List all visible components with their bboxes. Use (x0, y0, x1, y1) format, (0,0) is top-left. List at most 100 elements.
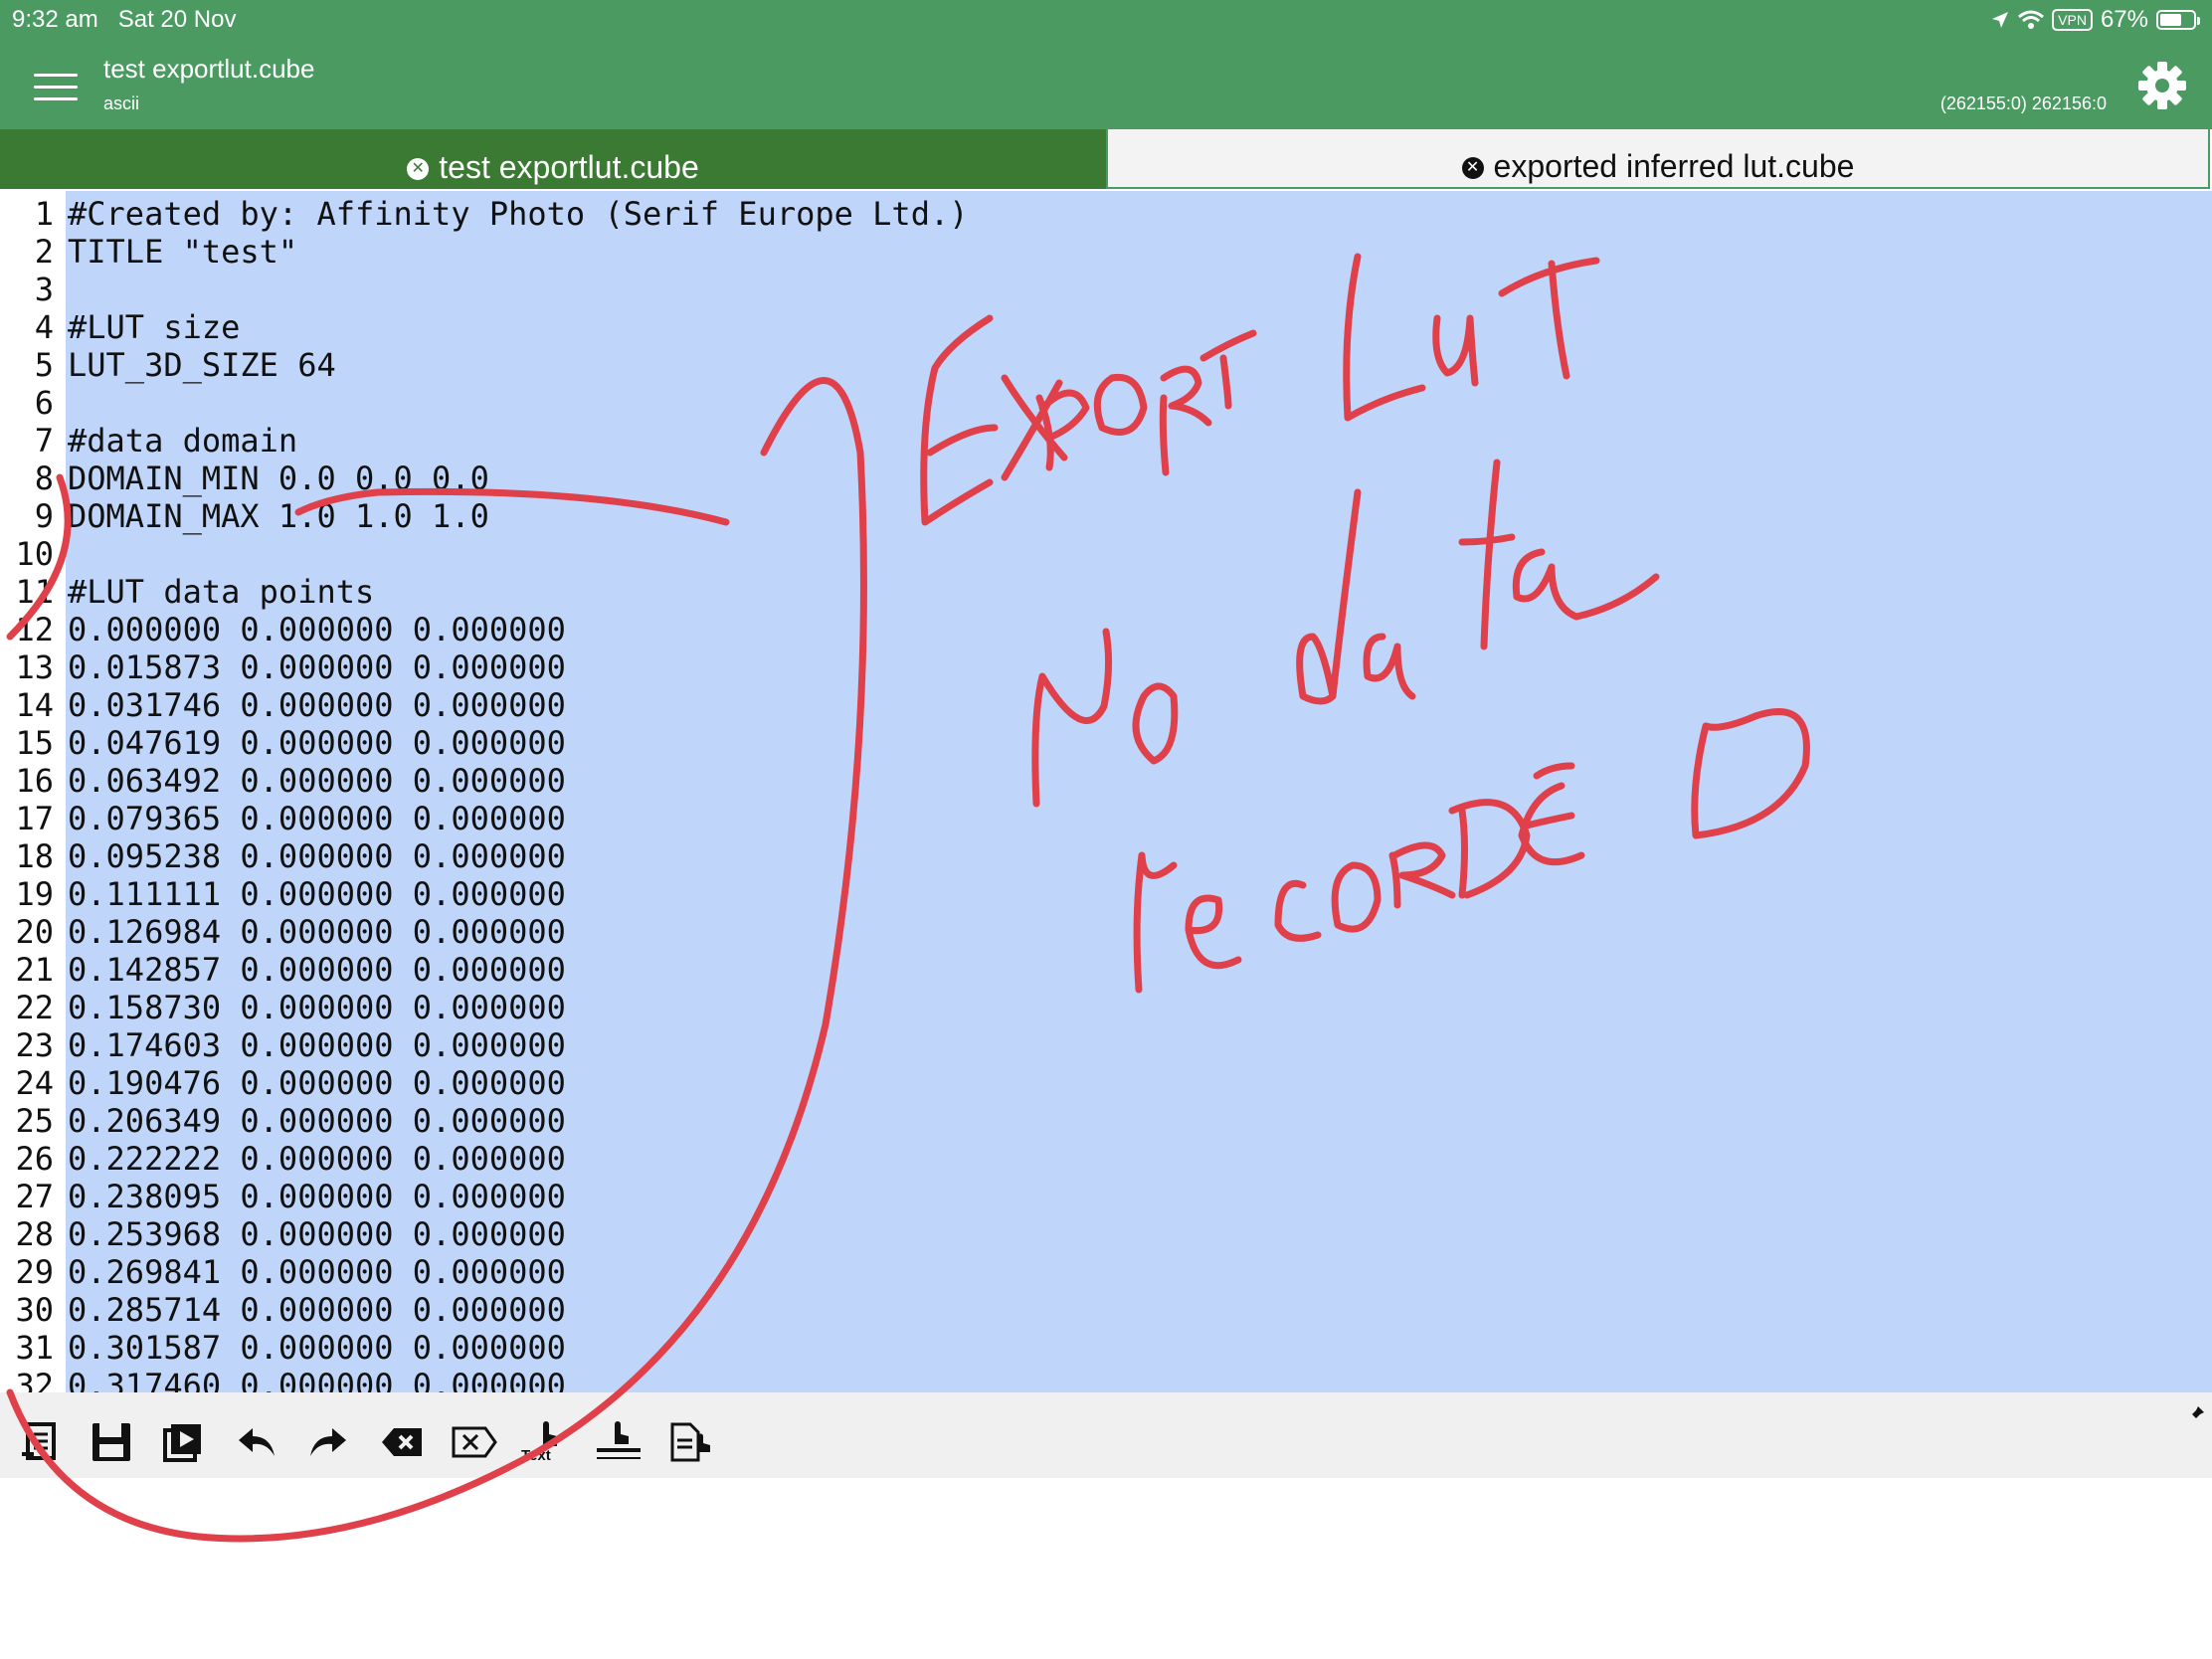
code-line[interactable]: 8 DOMAIN_MIN 0.0 0.0 0.0 (0, 460, 2212, 497)
close-tab-icon[interactable]: ✕ (1461, 157, 1484, 179)
line-text: #data domain (68, 422, 298, 460)
code-line[interactable]: 11 #LUT data points (0, 573, 2212, 611)
tab-exported-inferred-lut[interactable]: ✕ exported inferred lut.cube (1106, 129, 2210, 189)
code-line[interactable]: 5 LUT_3D_SIZE 64 (0, 346, 2212, 384)
code-line[interactable]: 7 #data domain (0, 422, 2212, 460)
battery-icon (2156, 10, 2200, 30)
line-number: 6 (34, 384, 54, 422)
close-tab-icon[interactable]: ✕ (407, 158, 430, 180)
vpn-icon: VPN (2052, 9, 2093, 31)
pin-icon[interactable] (2186, 1404, 2206, 1424)
document-select-icon[interactable] (666, 1418, 714, 1466)
line-number: 12 (15, 611, 54, 648)
code-line[interactable]: 15 0.047619 0.000000 0.000000 (0, 724, 2212, 762)
file-encoding: ascii (103, 93, 140, 113)
line-number: 2 (34, 233, 54, 271)
line-number: 22 (15, 989, 54, 1026)
run-icon[interactable] (159, 1418, 207, 1466)
status-icons: VPN 67% (1990, 6, 2200, 34)
code-line[interactable]: 2 TITLE "test" (0, 233, 2212, 271)
code-line[interactable]: 17 0.079365 0.000000 0.000000 (0, 800, 2212, 837)
line-number: 30 (15, 1291, 54, 1329)
line-number: 11 (15, 573, 54, 611)
location-icon (1992, 12, 2009, 28)
line-text: 0.031746 0.000000 0.000000 (68, 686, 566, 724)
line-number: 25 (15, 1102, 54, 1140)
line-select-icon[interactable] (595, 1418, 643, 1466)
backspace-icon[interactable] (378, 1418, 426, 1466)
line-text: 0.190476 0.000000 0.000000 (68, 1064, 566, 1102)
code-line[interactable]: 14 0.031746 0.000000 0.000000 (0, 686, 2212, 724)
code-line[interactable]: 30 0.285714 0.000000 0.000000 (0, 1291, 2212, 1329)
code-line[interactable]: 22 0.158730 0.000000 0.000000 (0, 989, 2212, 1026)
code-line[interactable]: 26 0.222222 0.000000 0.000000 (0, 1140, 2212, 1178)
line-number: 29 (15, 1253, 54, 1291)
line-text: 0.126984 0.000000 0.000000 (68, 913, 566, 951)
line-text: 0.000000 0.000000 0.000000 (68, 611, 566, 648)
text-select-icon[interactable]: Text (521, 1418, 569, 1466)
code-line[interactable]: 9 DOMAIN_MAX 1.0 1.0 1.0 (0, 497, 2212, 535)
line-text: 0.238095 0.000000 0.000000 (68, 1178, 566, 1215)
code-line[interactable]: 13 0.015873 0.000000 0.000000 (0, 648, 2212, 686)
code-line[interactable]: 31 0.301587 0.000000 0.000000 (0, 1329, 2212, 1367)
delete-icon[interactable] (450, 1418, 497, 1466)
code-line[interactable]: 3 (0, 271, 2212, 308)
code-line[interactable]: 12 0.000000 0.000000 0.000000 (0, 611, 2212, 648)
line-text: 0.079365 0.000000 0.000000 (68, 800, 566, 837)
code-line[interactable]: 27 0.238095 0.000000 0.000000 (0, 1178, 2212, 1215)
save-icon[interactable] (88, 1418, 135, 1466)
line-number: 5 (34, 346, 54, 384)
line-text: 0.095238 0.000000 0.000000 (68, 837, 566, 875)
status-time-date: 9:32 am Sat 20 Nov (12, 6, 237, 33)
code-line[interactable]: 18 0.095238 0.000000 0.000000 (0, 837, 2212, 875)
line-text: 0.015873 0.000000 0.000000 (68, 648, 566, 686)
code-line[interactable]: 21 0.142857 0.000000 0.000000 (0, 951, 2212, 989)
undo-icon[interactable] (233, 1418, 280, 1466)
line-text: 0.111111 0.000000 0.000000 (68, 875, 566, 913)
code-line[interactable]: 10 (0, 535, 2212, 573)
battery-percent: 67% (2100, 6, 2148, 33)
code-line[interactable]: 28 0.253968 0.000000 0.000000 (0, 1215, 2212, 1253)
code-line[interactable]: 25 0.206349 0.000000 0.000000 (0, 1102, 2212, 1140)
tab-test-exportlut[interactable]: ✕ test exportlut.cube (0, 129, 1106, 189)
code-line[interactable]: 1 #Created by: Affinity Photo (Serif Euro… (0, 195, 2212, 233)
code-line[interactable]: 20 0.126984 0.000000 0.000000 (0, 913, 2212, 951)
app-bar: test exportlut.cube ascii (262155:0) 262… (0, 40, 2212, 129)
line-text: LUT_3D_SIZE 64 (68, 346, 336, 384)
line-number: 7 (34, 422, 54, 460)
line-text: 0.063492 0.000000 0.000000 (68, 762, 566, 800)
new-file-icon[interactable] (16, 1418, 64, 1466)
line-text: 0.317460 0.000000 0.000000 (68, 1367, 566, 1392)
line-number: 23 (15, 1026, 54, 1064)
line-text: #LUT size (68, 308, 241, 346)
line-text: #LUT data points (68, 573, 375, 611)
line-text: 0.222222 0.000000 0.000000 (68, 1140, 566, 1178)
gear-icon[interactable] (2134, 58, 2190, 113)
text-editor[interactable]: 1 #Created by: Affinity Photo (Serif Euro… (0, 191, 2212, 1392)
tab-label: exported inferred lut.cube (1493, 148, 1855, 184)
line-number: 9 (34, 497, 54, 535)
line-text: 0.158730 0.000000 0.000000 (68, 989, 566, 1026)
line-number: 31 (15, 1329, 54, 1367)
redo-icon[interactable] (304, 1418, 352, 1466)
line-number: 21 (15, 951, 54, 989)
line-number: 15 (15, 724, 54, 762)
line-text: 0.269841 0.000000 0.000000 (68, 1253, 566, 1291)
tab-bar: ✕ test exportlut.cube ✕ exported inferre… (0, 129, 2212, 191)
code-line[interactable]: 19 0.111111 0.000000 0.000000 (0, 875, 2212, 913)
line-number: 27 (15, 1178, 54, 1215)
code-line[interactable]: 29 0.269841 0.000000 0.000000 (0, 1253, 2212, 1291)
line-text: DOMAIN_MIN 0.0 0.0 0.0 (68, 460, 489, 497)
code-line[interactable]: 4 #LUT size (0, 308, 2212, 346)
code-line[interactable]: 6 (0, 384, 2212, 422)
code-line[interactable]: 24 0.190476 0.000000 0.000000 (0, 1064, 2212, 1102)
code-line[interactable]: 32 0.317460 0.000000 0.000000 (0, 1367, 2212, 1392)
cursor-position: (262155:0) 262156:0 (1939, 93, 2107, 113)
line-number: 8 (34, 460, 54, 497)
code-line[interactable]: 16 0.063492 0.000000 0.000000 (0, 762, 2212, 800)
line-text: 0.206349 0.000000 0.000000 (68, 1102, 566, 1140)
code-line[interactable]: 23 0.174603 0.000000 0.000000 (0, 1026, 2212, 1064)
line-number: 19 (15, 875, 54, 913)
line-number: 10 (15, 535, 54, 573)
hamburger-menu-icon[interactable] (34, 74, 78, 100)
